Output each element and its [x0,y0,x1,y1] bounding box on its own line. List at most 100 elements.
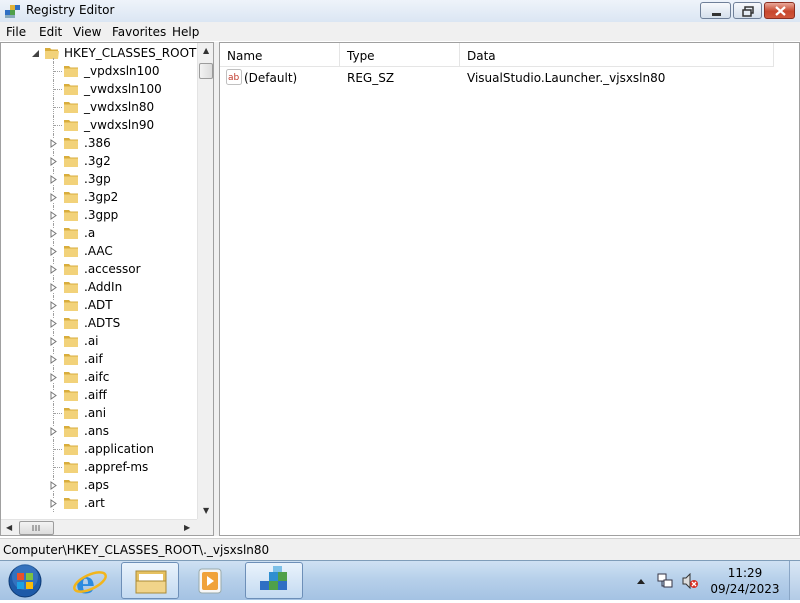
start-button[interactable] [5,562,45,600]
expand-arrow-icon[interactable] [49,301,58,310]
expand-arrow-icon[interactable] [49,229,58,238]
tree-item[interactable]: .386 [1,134,197,152]
tree-connector-line [54,89,62,90]
taskbar-windows-explorer[interactable] [121,562,179,599]
column-header-data[interactable]: Data [460,43,774,67]
expand-arrow-icon[interactable] [49,247,58,256]
column-header-name[interactable]: Name [220,43,340,67]
folder-icon [64,318,78,329]
expand-arrow-icon[interactable] [49,337,58,346]
volume-muted-icon[interactable] [681,573,699,589]
expand-arrow-icon[interactable] [49,193,58,202]
expand-arrow-icon[interactable] [49,211,58,220]
tree-item[interactable]: .ai [1,332,197,350]
expand-arrow-icon[interactable] [49,283,58,292]
clock-time: 11:29 [727,566,763,580]
tree-item[interactable]: .accessor [1,260,197,278]
menu-view[interactable]: View [73,25,101,39]
internet-explorer-icon: e [73,566,107,601]
folder-icon [64,138,78,149]
taskbar-internet-explorer[interactable]: e [61,562,119,601]
expand-arrow-icon[interactable] [49,139,58,148]
show-hidden-icons-arrow-icon[interactable] [636,576,646,586]
tree-root-label: HKEY_CLASSES_ROOT [64,46,197,60]
tree-horizontal-scrollbar[interactable]: ◀ ▶ [1,519,197,535]
tree-item-label: .ans [84,424,110,438]
key-tree[interactable]: HKEY_CLASSES_ROOT _vpdxsln100 _vwdxsln100… [0,42,214,536]
tree-item[interactable]: .art [1,494,197,512]
scroll-down-arrow-icon[interactable]: ▼ [203,506,209,515]
tree-item[interactable]: .AddIn [1,278,197,296]
menu-edit[interactable]: Edit [39,25,62,39]
expand-arrow-icon[interactable] [49,391,58,400]
tree-item-label: .ani [84,406,107,420]
expand-arrow-icon[interactable] [49,355,58,364]
tree-item[interactable]: .application [1,440,197,458]
values-list[interactable]: Name Type Data ab (Default) REG_SZ Visua… [219,42,800,536]
tree-item[interactable]: .ADT [1,296,197,314]
expand-arrow-icon[interactable] [49,175,58,184]
tree-item-label: _vwdxsln80 [84,100,155,114]
tree-item-label: .application [84,442,155,456]
tree-item[interactable]: _vwdxsln90 [1,116,197,134]
expand-arrow-icon[interactable] [49,481,58,490]
tree-item[interactable]: .ans [1,422,197,440]
expand-arrow-icon[interactable] [49,319,58,328]
folder-icon [64,462,78,473]
expand-arrow-icon[interactable] [49,499,58,508]
expand-arrow-icon[interactable] [49,427,58,436]
menu-help[interactable]: Help [172,25,199,39]
tree-item[interactable]: .a [1,224,197,242]
tree-item[interactable]: .AAC [1,242,197,260]
taskbar: e 11:29 09/24/2023 [0,560,800,601]
menu-favorites[interactable]: Favorites [112,25,166,39]
tree-item[interactable]: .aps [1,476,197,494]
tree-item[interactable]: .3gpp [1,206,197,224]
expand-arrow-icon[interactable] [49,265,58,274]
maximize-button[interactable] [733,2,762,19]
tree-connector-line [54,71,62,72]
folder-icon [64,336,78,347]
registry-cubes-icon [260,566,287,590]
tree-item[interactable]: .aifc [1,368,197,386]
expand-arrow-icon[interactable] [49,373,58,382]
system-clock[interactable]: 11:29 09/24/2023 [704,565,786,597]
tree-vscroll-thumb[interactable] [199,63,213,79]
scroll-right-arrow-icon[interactable]: ▶ [184,523,190,532]
tree-item[interactable]: .ani [1,404,197,422]
scroll-left-arrow-icon[interactable]: ◀ [6,523,12,532]
network-icon[interactable] [656,572,674,590]
scroll-up-arrow-icon[interactable]: ▲ [203,46,209,55]
tree-item[interactable]: _vpdxsln100 [1,62,197,80]
title-bar[interactable]: Registry Editor [0,0,800,23]
tree-item[interactable]: .appref-ms [1,458,197,476]
folder-icon [64,156,78,167]
tree-item[interactable]: .3g2 [1,152,197,170]
tree-item[interactable]: _vwdxsln80 [1,98,197,116]
tree-item-label: _vpdxsln100 [84,64,160,78]
show-desktop-button[interactable] [789,561,800,600]
column-header-type[interactable]: Type [340,43,460,67]
tree-item[interactable]: .aiff [1,386,197,404]
tree-item-label: .3gp2 [84,190,119,204]
tree-item[interactable]: .3gp2 [1,188,197,206]
menu-file[interactable]: File [6,25,26,39]
tree-item-label: .aifc [84,370,110,384]
tree-item[interactable]: .3gp [1,170,197,188]
tree-connector-line [54,107,62,108]
taskbar-registry-editor[interactable] [245,562,303,599]
tree-item-label: .appref-ms [84,460,149,474]
tree-hscroll-thumb[interactable] [19,521,54,535]
close-button[interactable] [764,2,795,19]
tree-item[interactable]: .ADTS [1,314,197,332]
collapse-arrow-icon[interactable] [31,49,40,58]
tree-item[interactable]: .aif [1,350,197,368]
tree-item-root[interactable]: HKEY_CLASSES_ROOT [1,44,197,62]
expand-arrow-icon[interactable] [49,157,58,166]
tree-vertical-scrollbar[interactable]: ▲ ▼ [197,43,213,519]
taskbar-media-player[interactable] [181,562,239,599]
folder-library-icon [135,570,167,594]
svg-text:e: e [76,566,95,599]
minimize-button[interactable] [700,2,731,19]
tree-item[interactable]: _vwdxsln100 [1,80,197,98]
